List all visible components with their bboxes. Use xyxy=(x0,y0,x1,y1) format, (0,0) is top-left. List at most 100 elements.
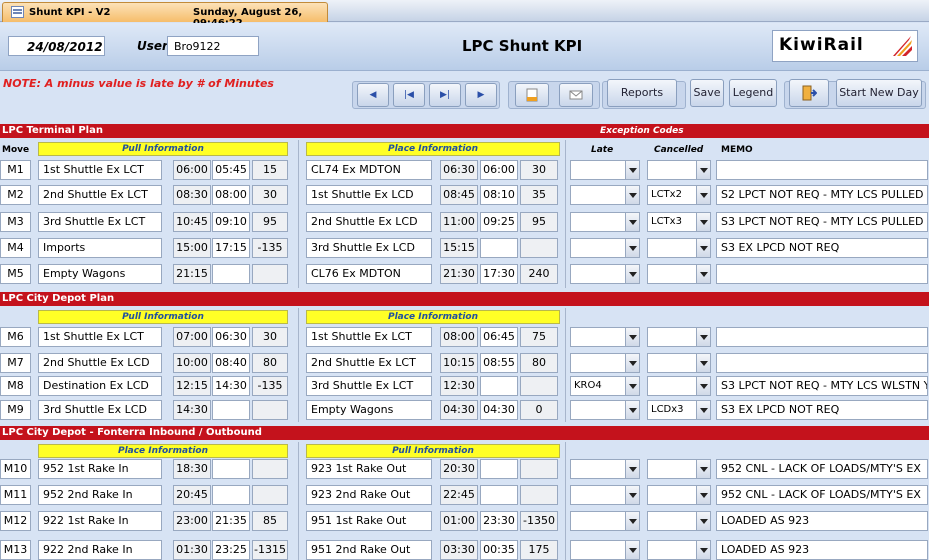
late-code-combo[interactable] xyxy=(570,485,640,505)
pull-actual-time-input[interactable] xyxy=(212,264,250,284)
late-code-combo[interactable] xyxy=(570,327,640,347)
pull-description-field[interactable]: 3rd Shuttle Ex LCT xyxy=(38,212,162,232)
dropdown-arrow-icon[interactable] xyxy=(625,512,639,530)
place-actual-time-input[interactable] xyxy=(480,459,518,479)
late-code-combo[interactable] xyxy=(570,238,640,258)
pull-description-field[interactable]: 2nd Shuttle Ex LCD xyxy=(38,353,162,373)
reports-button[interactable]: Reports xyxy=(607,79,677,107)
dropdown-arrow-icon[interactable] xyxy=(696,186,710,204)
memo-field[interactable] xyxy=(716,160,928,180)
late-code-combo[interactable] xyxy=(570,459,640,479)
cancelled-code-combo[interactable] xyxy=(647,238,711,258)
place-actual-time-input[interactable] xyxy=(480,376,518,396)
memo-field[interactable] xyxy=(716,327,928,347)
next-record-button[interactable]: ▶ xyxy=(465,83,497,107)
memo-field[interactable]: S3 EX LPCD NOT REQ xyxy=(716,238,928,258)
pull-actual-time-input[interactable]: 23:25 xyxy=(212,540,250,560)
dropdown-arrow-icon[interactable] xyxy=(696,460,710,478)
last-record-button[interactable]: ▶| xyxy=(429,83,461,107)
pull-description-field[interactable]: 922 2nd Rake In xyxy=(38,540,162,560)
place-description-field[interactable]: CL74 Ex MDTON xyxy=(306,160,432,180)
cancelled-code-combo[interactable] xyxy=(647,485,711,505)
cancelled-code-combo[interactable]: LCTx2 xyxy=(647,185,711,205)
pull-description-field[interactable]: 2nd Shuttle Ex LCT xyxy=(38,185,162,205)
date-field[interactable]: 24/08/2012 xyxy=(8,36,105,56)
legend-button[interactable]: Legend xyxy=(729,79,777,107)
memo-field[interactable]: S2 LPCT NOT REQ - MTY LCS PULLED xyxy=(716,185,928,205)
place-description-field[interactable]: 3rd Shuttle Ex LCT xyxy=(306,376,432,396)
pull-actual-time-input[interactable]: 05:45 xyxy=(212,160,250,180)
place-description-field[interactable]: 2nd Shuttle Ex LCD xyxy=(306,212,432,232)
pull-actual-time-input[interactable]: 06:30 xyxy=(212,327,250,347)
dropdown-arrow-icon[interactable] xyxy=(696,512,710,530)
place-actual-time-input[interactable]: 00:35 xyxy=(480,540,518,560)
pull-description-field[interactable]: 1st Shuttle Ex LCT xyxy=(38,160,162,180)
pull-actual-time-input[interactable] xyxy=(212,485,250,505)
dropdown-arrow-icon[interactable] xyxy=(696,328,710,346)
place-description-field[interactable]: 3rd Shuttle Ex LCD xyxy=(306,238,432,258)
cancelled-code-combo[interactable] xyxy=(647,459,711,479)
dropdown-arrow-icon[interactable] xyxy=(625,186,639,204)
dropdown-arrow-icon[interactable] xyxy=(696,541,710,559)
dropdown-arrow-icon[interactable] xyxy=(696,265,710,283)
place-actual-time-input[interactable]: 09:25 xyxy=(480,212,518,232)
place-description-field[interactable]: 1st Shuttle Ex LCD xyxy=(306,185,432,205)
place-actual-time-input[interactable]: 23:30 xyxy=(480,511,518,531)
cancelled-code-combo[interactable]: LCTx3 xyxy=(647,212,711,232)
memo-field[interactable]: 952 CNL - LACK OF LOADS/MTY'S EX xyxy=(716,459,928,479)
memo-field[interactable] xyxy=(716,353,928,373)
pull-actual-time-input[interactable]: 08:40 xyxy=(212,353,250,373)
dropdown-arrow-icon[interactable] xyxy=(696,239,710,257)
place-description-field[interactable]: 951 1st Rake Out xyxy=(306,511,432,531)
place-actual-time-input[interactable] xyxy=(480,238,518,258)
late-code-combo[interactable] xyxy=(570,511,640,531)
place-description-field[interactable]: 1st Shuttle Ex LCT xyxy=(306,327,432,347)
cancelled-code-combo[interactable]: LCDx3 xyxy=(647,400,711,420)
place-description-field[interactable]: 951 2nd Rake Out xyxy=(306,540,432,560)
memo-field[interactable] xyxy=(716,264,928,284)
dropdown-arrow-icon[interactable] xyxy=(625,161,639,179)
late-code-combo[interactable] xyxy=(570,353,640,373)
dropdown-arrow-icon[interactable] xyxy=(696,161,710,179)
pull-actual-time-input[interactable]: 09:10 xyxy=(212,212,250,232)
dropdown-arrow-icon[interactable] xyxy=(696,377,710,395)
dropdown-arrow-icon[interactable] xyxy=(696,486,710,504)
cancelled-code-combo[interactable] xyxy=(647,327,711,347)
dropdown-arrow-icon[interactable] xyxy=(625,265,639,283)
dropdown-arrow-icon[interactable] xyxy=(625,460,639,478)
place-actual-time-input[interactable]: 06:00 xyxy=(480,160,518,180)
place-description-field[interactable]: Empty Wagons xyxy=(306,400,432,420)
dropdown-arrow-icon[interactable] xyxy=(696,354,710,372)
pull-description-field[interactable]: 952 1st Rake In xyxy=(38,459,162,479)
memo-field[interactable]: S3 LPCT NOT REQ - MTY LCS PULLED xyxy=(716,212,928,232)
report-doc-button[interactable] xyxy=(515,83,549,107)
dropdown-arrow-icon[interactable] xyxy=(625,541,639,559)
place-actual-time-input[interactable]: 06:45 xyxy=(480,327,518,347)
pull-actual-time-input[interactable] xyxy=(212,400,250,420)
dropdown-arrow-icon[interactable] xyxy=(696,213,710,231)
form-tab[interactable]: Shunt KPI - V2 Sunday, August 26, 09:46:… xyxy=(2,2,328,29)
late-code-combo[interactable] xyxy=(570,400,640,420)
pull-actual-time-input[interactable]: 14:30 xyxy=(212,376,250,396)
late-code-combo[interactable]: KRO4 xyxy=(570,376,640,396)
pull-description-field[interactable]: Destination Ex LCD xyxy=(38,376,162,396)
place-description-field[interactable]: 2nd Shuttle Ex LCT xyxy=(306,353,432,373)
cancelled-code-combo[interactable] xyxy=(647,160,711,180)
memo-field[interactable]: S3 EX LPCD NOT REQ xyxy=(716,400,928,420)
place-actual-time-input[interactable] xyxy=(480,485,518,505)
dropdown-arrow-icon[interactable] xyxy=(625,401,639,419)
late-code-combo[interactable] xyxy=(570,264,640,284)
place-description-field[interactable]: 923 1st Rake Out xyxy=(306,459,432,479)
cancelled-code-combo[interactable] xyxy=(647,264,711,284)
pull-description-field[interactable]: Empty Wagons xyxy=(38,264,162,284)
pull-description-field[interactable]: 952 2nd Rake In xyxy=(38,485,162,505)
save-button[interactable]: Save xyxy=(690,79,724,107)
late-code-combo[interactable] xyxy=(570,160,640,180)
memo-field[interactable]: LOADED AS 923 xyxy=(716,540,928,560)
place-actual-time-input[interactable]: 08:10 xyxy=(480,185,518,205)
start-new-day-button[interactable]: Start New Day xyxy=(836,79,922,107)
late-code-combo[interactable] xyxy=(570,185,640,205)
pull-description-field[interactable]: 922 1st Rake In xyxy=(38,511,162,531)
pull-actual-time-input[interactable]: 17:15 xyxy=(212,238,250,258)
pull-description-field[interactable]: 3rd Shuttle Ex LCD xyxy=(38,400,162,420)
